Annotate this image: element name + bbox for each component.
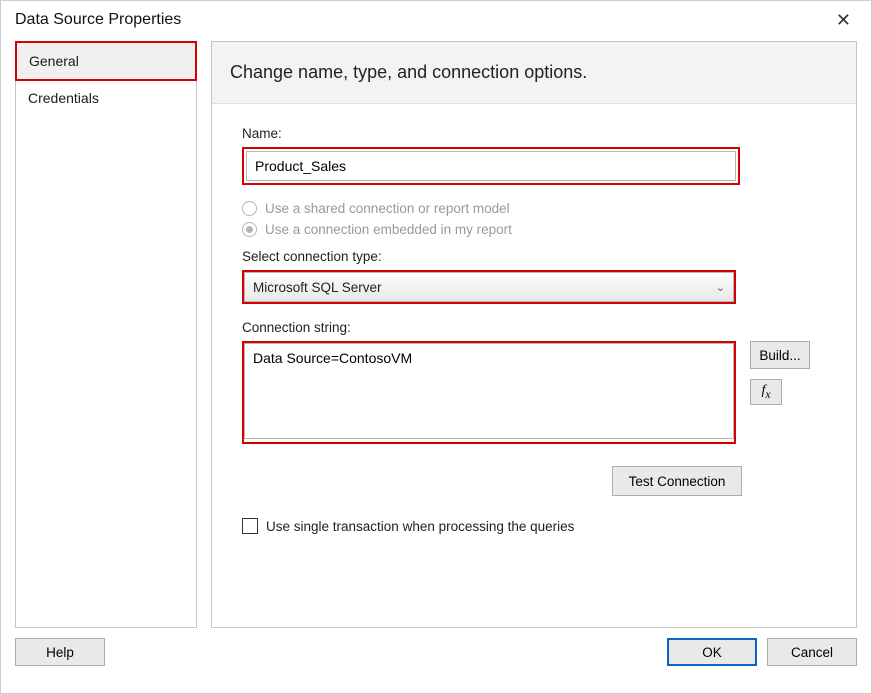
help-button[interactable]: Help (15, 638, 105, 666)
connection-mode-group: Use a shared connection or report model … (242, 201, 826, 237)
footer: Help OK Cancel (1, 628, 871, 680)
conn-type-select[interactable]: Microsoft SQL Server ⌄ (244, 272, 734, 302)
content-area: General Credentials Change name, type, a… (1, 33, 871, 628)
main-pane: Change name, type, and connection option… (211, 41, 857, 628)
radio-shared-label: Use a shared connection or report model (265, 201, 510, 216)
cancel-button[interactable]: Cancel (767, 638, 857, 666)
build-button[interactable]: Build... (750, 341, 810, 369)
footer-right: OK Cancel (667, 638, 857, 666)
single-transaction-row[interactable]: Use single transaction when processing t… (242, 518, 826, 534)
name-input[interactable] (246, 151, 736, 181)
nav-item-general[interactable]: General (15, 41, 197, 81)
conn-type-label: Select connection type: (242, 249, 826, 264)
conn-type-highlight: Microsoft SQL Server ⌄ (242, 270, 736, 304)
main-body: Name: Use a shared connection or report … (212, 104, 856, 627)
conn-string-row: Build... fx (242, 341, 826, 444)
conn-string-input[interactable] (244, 343, 734, 439)
name-label: Name: (242, 126, 826, 141)
name-highlight (242, 147, 740, 185)
dialog-title: Data Source Properties (15, 11, 181, 29)
expression-button[interactable]: fx (750, 379, 782, 405)
radio-icon (242, 222, 257, 237)
conn-string-label: Connection string: (242, 320, 826, 335)
title-bar: Data Source Properties ✕ (1, 1, 871, 33)
close-icon[interactable]: ✕ (830, 11, 857, 29)
conn-string-side-buttons: Build... fx (750, 341, 810, 405)
conn-string-highlight (242, 341, 736, 444)
radio-shared-connection: Use a shared connection or report model (242, 201, 826, 216)
nav-item-credentials[interactable]: Credentials (16, 80, 196, 116)
checkbox-icon[interactable] (242, 518, 258, 534)
radio-embedded-label: Use a connection embedded in my report (265, 222, 512, 237)
nav-pane: General Credentials (15, 41, 197, 628)
conn-type-value: Microsoft SQL Server (253, 280, 382, 295)
main-header: Change name, type, and connection option… (212, 42, 856, 104)
test-connection-button[interactable]: Test Connection (612, 466, 742, 496)
single-transaction-label: Use single transaction when processing t… (266, 519, 574, 534)
radio-embedded-connection: Use a connection embedded in my report (242, 222, 826, 237)
radio-icon (242, 201, 257, 216)
ok-button[interactable]: OK (667, 638, 757, 666)
chevron-down-icon: ⌄ (716, 281, 725, 294)
